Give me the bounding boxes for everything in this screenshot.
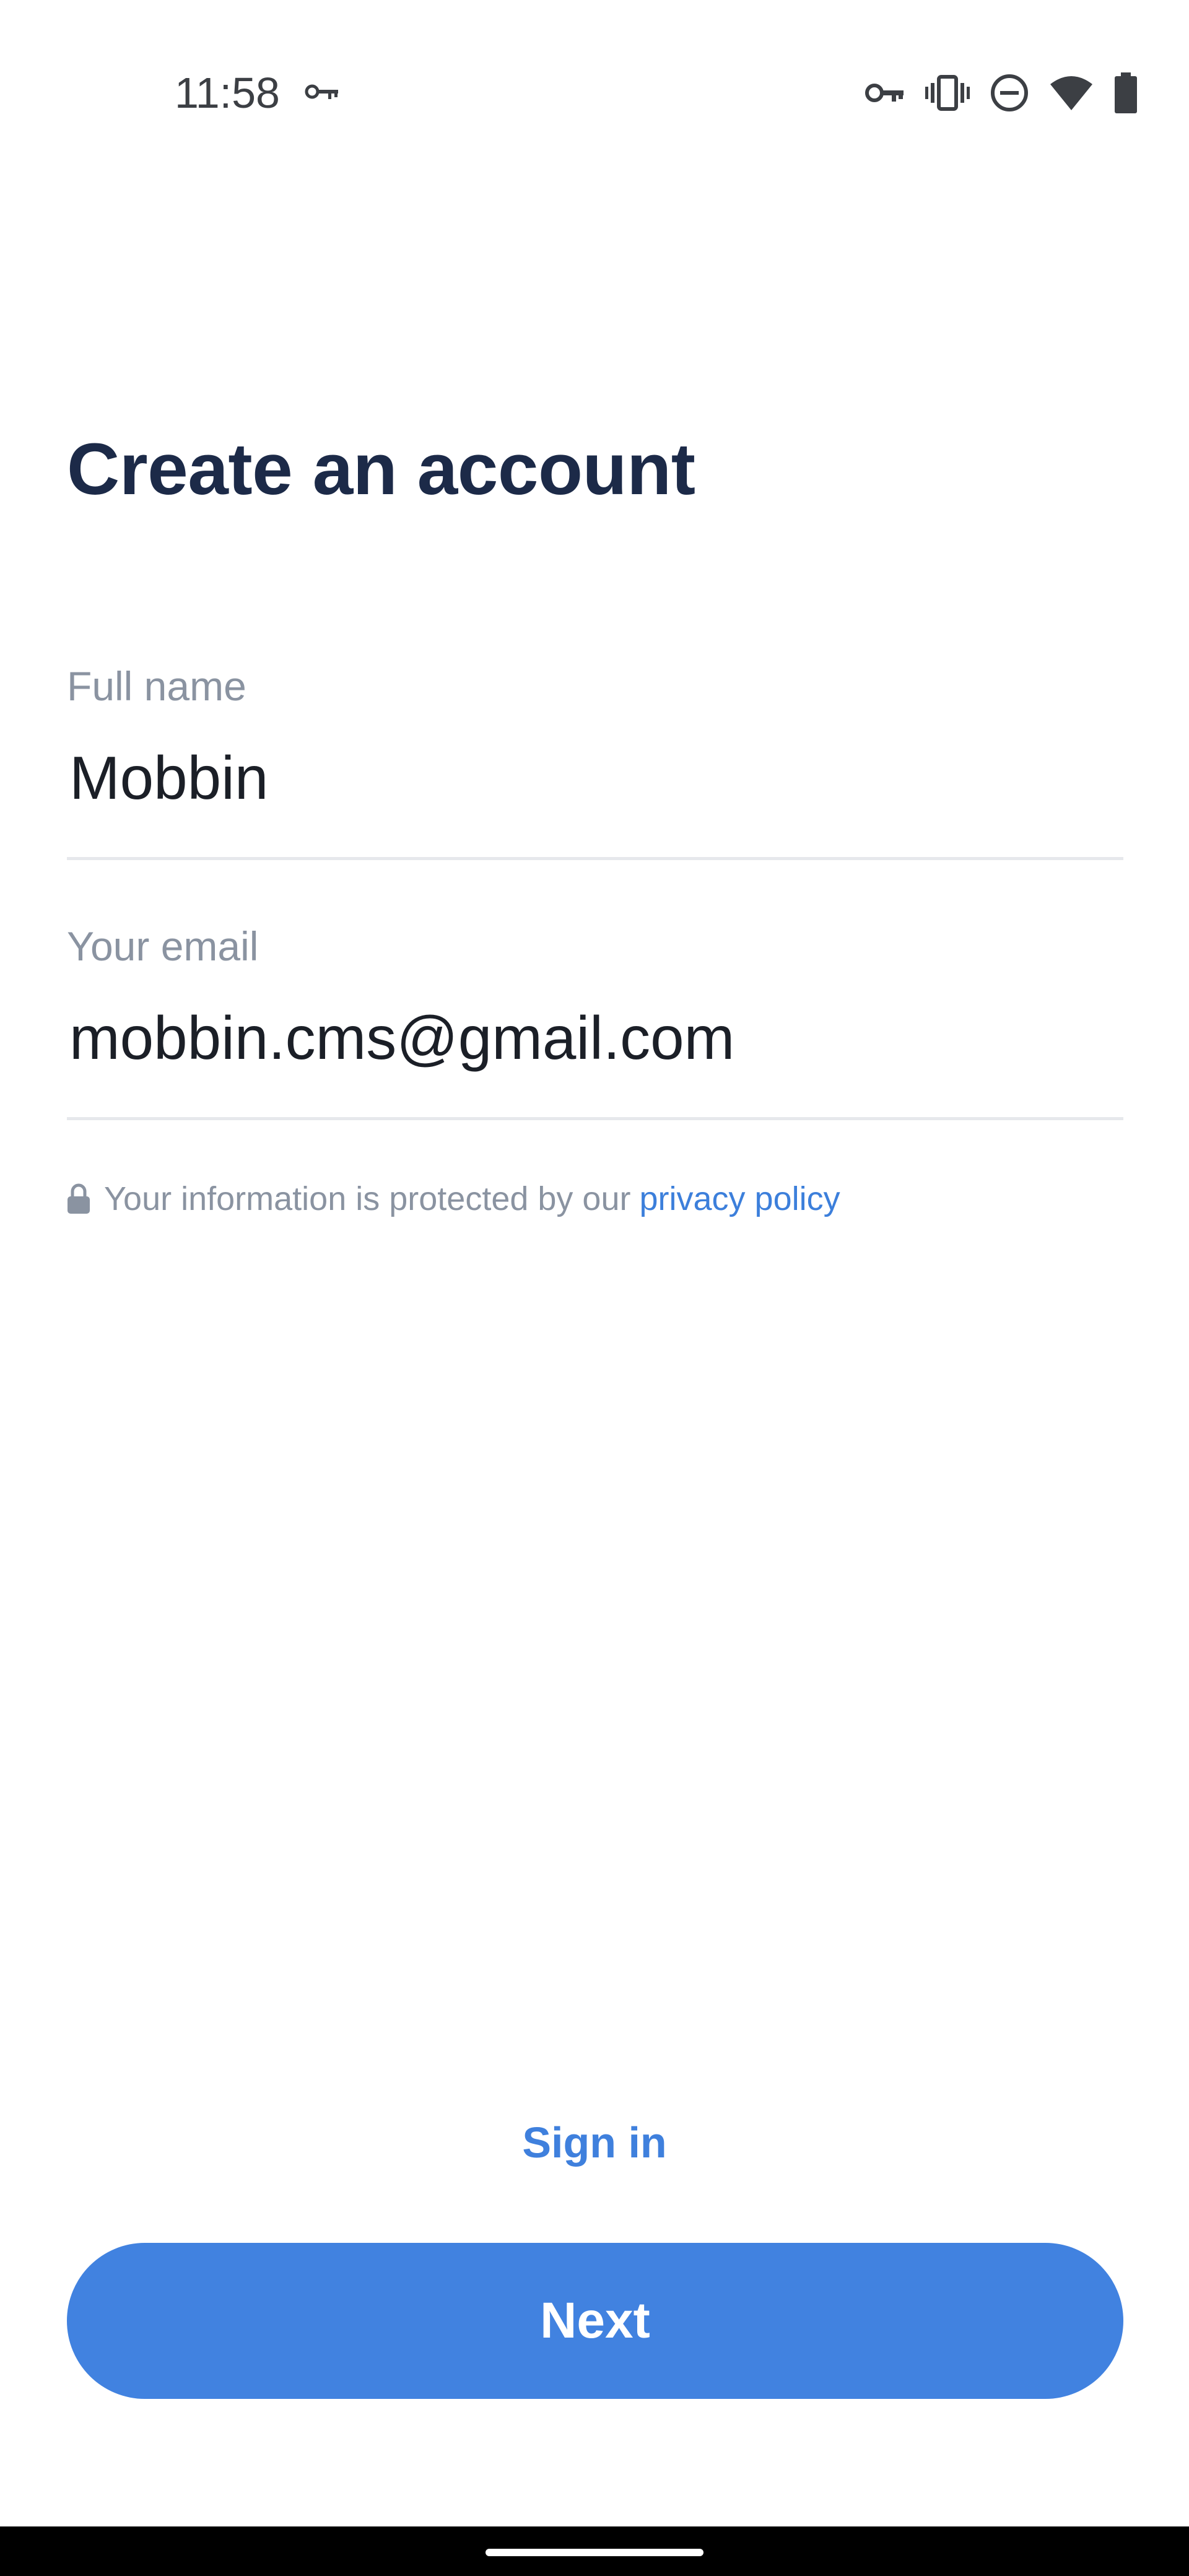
status-icons [865, 68, 1138, 118]
privacy-policy-link[interactable]: privacy policy [639, 1180, 840, 1218]
vpn-key-icon [865, 84, 904, 102]
vibrate-icon [925, 75, 970, 111]
page-title: Create an account [67, 429, 695, 510]
full-name-underline [67, 857, 1123, 860]
home-indicator[interactable] [486, 2549, 703, 2556]
email-input[interactable]: mobbin.cms@gmail.com [69, 1003, 734, 1073]
status-bar: 11:58 [0, 0, 1189, 186]
sign-in-link[interactable]: Sign in [0, 2118, 1189, 2167]
lock-icon [68, 1183, 90, 1214]
status-time: 11:58 [175, 69, 280, 117]
battery-icon [1115, 72, 1137, 113]
do-not-disturb-icon [991, 74, 1028, 111]
email-underline [67, 1117, 1123, 1120]
privacy-text: Your information is protected by our [104, 1180, 631, 1217]
full-name-input[interactable]: Mobbin [69, 743, 268, 813]
next-button[interactable]: Next [67, 2243, 1123, 2399]
vpn-key-icon [305, 84, 338, 99]
email-label: Your email [67, 923, 259, 969]
privacy-note: Your information is protected by our pri… [67, 1174, 840, 1224]
full-name-label: Full name [67, 663, 246, 709]
wifi-icon [1050, 76, 1092, 110]
